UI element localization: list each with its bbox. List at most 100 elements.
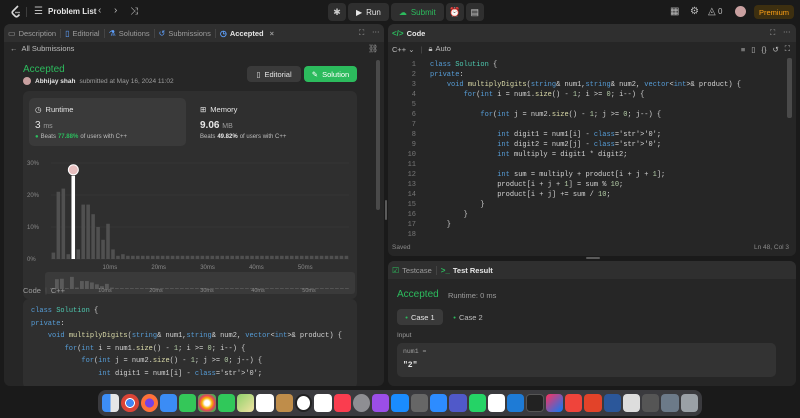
vertical-resize-handle[interactable] xyxy=(385,200,387,220)
tab-test-result[interactable]: >_ Test Result xyxy=(437,261,497,279)
code-line[interactable]: private: xyxy=(430,70,785,80)
leetcode-logo-icon[interactable] xyxy=(10,5,22,19)
bookmark-icon[interactable]: ▯ xyxy=(751,45,755,54)
code-line[interactable]: int digit1 = num1[i] - class='str'>'0'; xyxy=(430,130,785,140)
code-line[interactable]: } xyxy=(430,220,785,230)
layout-icon[interactable]: ▦ xyxy=(670,7,679,17)
maps-icon[interactable] xyxy=(236,394,255,412)
tab-editorial[interactable]: ▯ Editorial xyxy=(61,24,104,42)
shuffle-icon[interactable]: ⤨ xyxy=(130,7,138,17)
close-icon[interactable]: × xyxy=(270,29,274,38)
system-settings-icon[interactable] xyxy=(410,394,428,412)
code-line[interactable]: int digit2 = num2[j] - class='str'>'0'; xyxy=(430,140,785,150)
teams-icon[interactable] xyxy=(449,394,467,412)
app-store-icon[interactable] xyxy=(391,394,409,412)
chatgpt-icon[interactable] xyxy=(487,394,506,412)
tab-description[interactable]: ▭ Description xyxy=(4,24,60,42)
code-line[interactable]: class Solution { xyxy=(430,60,785,70)
notes-app-icon[interactable] xyxy=(314,394,332,412)
memory-card[interactable]: ⊞ Memory 9.06 MB Beats 49.82% of users wi… xyxy=(194,98,351,146)
back-link[interactable]: ← All Submissions xyxy=(10,44,74,53)
keynote-icon[interactable] xyxy=(275,394,293,412)
tab-accepted[interactable]: ◷ Accepted × xyxy=(216,24,278,42)
code-line[interactable] xyxy=(430,160,785,170)
chevron-left-icon[interactable]: ‹ xyxy=(98,6,101,16)
code-line[interactable]: product[i + j + 1] = sum % 10; xyxy=(430,180,785,190)
more-icon[interactable]: ⋯ xyxy=(783,27,791,36)
whatsapp-icon[interactable] xyxy=(468,394,486,412)
chrome-icon[interactable] xyxy=(121,394,139,412)
fullscreen-icon[interactable]: ⛶ xyxy=(785,44,790,54)
intellij-icon[interactable] xyxy=(545,394,563,412)
code-line[interactable]: } xyxy=(430,200,785,210)
clock-app-icon[interactable] xyxy=(294,394,313,412)
finder-icon[interactable] xyxy=(102,394,120,412)
vscode-icon[interactable] xyxy=(507,394,525,412)
code-line[interactable]: for(int j = num2.size() - 1; j >= 0; j--… xyxy=(430,110,785,120)
scrollbar[interactable] xyxy=(376,60,380,210)
downloads-icon[interactable] xyxy=(661,394,679,412)
screenshot-icon[interactable] xyxy=(642,394,660,412)
code-line[interactable] xyxy=(430,230,785,240)
mail-icon[interactable] xyxy=(159,394,178,412)
reset-icon[interactable]: ↺ xyxy=(772,45,778,54)
runtime-distribution-chart[interactable]: 30% 20% 10% 0% 10ms 20ms 30ms 40ms 50ms xyxy=(23,151,357,271)
code-line[interactable] xyxy=(430,120,785,130)
zoom-icon[interactable] xyxy=(429,394,448,412)
code-editor[interactable]: class Solution {private: void multiplyDi… xyxy=(430,60,785,240)
notes-button[interactable]: ▤ xyxy=(465,3,484,21)
auto-mode[interactable]: 🔒︎ Auto xyxy=(428,44,450,54)
debug-button[interactable]: ✱ xyxy=(328,3,346,21)
tab-submissions[interactable]: ↺ Submissions xyxy=(155,24,215,42)
case-1-tab[interactable]: • Case 1 xyxy=(397,309,443,325)
more-icon[interactable]: ⋯ xyxy=(372,27,380,36)
calendar-icon[interactable] xyxy=(256,394,274,412)
podcasts-icon[interactable] xyxy=(372,394,390,412)
firefox-icon[interactable] xyxy=(140,394,158,412)
premium-button[interactable]: Premium xyxy=(754,5,794,19)
runtime-range-selector[interactable]: 10ms 20ms 30ms 40ms 50ms xyxy=(45,272,355,294)
horizontal-resize-handle[interactable] xyxy=(586,257,600,259)
code-line[interactable] xyxy=(430,100,785,110)
editor-scrollbar[interactable] xyxy=(787,58,792,118)
git-icon[interactable] xyxy=(584,394,602,412)
tab-testcase[interactable]: ☑ Testcase xyxy=(388,261,436,279)
code-line[interactable]: product[i + j] += sum / 10; xyxy=(430,190,785,200)
chevron-right-icon[interactable]: › xyxy=(114,6,117,16)
gear-icon[interactable]: ⚙ xyxy=(690,7,699,17)
timer-button[interactable]: ⏰ xyxy=(445,3,464,21)
trash-icon[interactable] xyxy=(680,394,698,412)
terminal-app-icon[interactable] xyxy=(526,394,544,412)
maximize-icon[interactable]: ⛶ xyxy=(770,28,775,38)
share-link-icon[interactable]: ⛓ xyxy=(368,44,378,53)
facetime-icon[interactable] xyxy=(217,394,235,412)
word-icon[interactable] xyxy=(603,394,621,412)
code-line[interactable]: for(int i = num1.size() - 1; i >= 0; i--… xyxy=(430,90,785,100)
language-select[interactable]: C++ ⌄ xyxy=(392,45,414,54)
anydesk-icon[interactable] xyxy=(564,394,583,412)
code-line[interactable]: int sum = multiply + product[i + j + 1]; xyxy=(430,170,785,180)
run-button[interactable]: ▶ Run xyxy=(348,3,389,21)
submit-button[interactable]: ☁ Submit xyxy=(390,3,444,21)
photos-icon[interactable] xyxy=(198,394,216,412)
tab-code[interactable]: </> Code xyxy=(388,24,429,42)
code-line[interactable]: void multiplyDigits(string& num1,string&… xyxy=(430,80,785,90)
code-line[interactable]: } xyxy=(430,210,785,220)
braces-icon[interactable]: {} xyxy=(761,45,766,54)
runtime-card[interactable]: ◷ Runtime 3 ms ● Beats 77.88% of users wi… xyxy=(29,98,186,146)
preview-icon[interactable] xyxy=(622,394,641,412)
editorial-button[interactable]: ▯ Editorial xyxy=(247,66,301,82)
format-icon[interactable]: ≡ xyxy=(741,45,745,54)
solution-button[interactable]: ✎ Solution xyxy=(304,66,357,82)
code-line[interactable]: int multiply = digit1 * digit2; xyxy=(430,150,785,160)
music-icon[interactable] xyxy=(333,394,351,412)
list-icon[interactable]: ☰ xyxy=(34,7,43,17)
settings-icon[interactable] xyxy=(352,394,371,412)
messages-icon[interactable] xyxy=(179,394,197,412)
streak-fire-icon[interactable]: ◬ xyxy=(708,7,716,17)
tab-solutions[interactable]: ⚗ Solutions xyxy=(105,24,154,42)
problem-list-link[interactable]: Problem List xyxy=(48,7,96,16)
case-2-tab[interactable]: • Case 2 xyxy=(448,309,488,325)
avatar[interactable] xyxy=(735,6,746,17)
user-name[interactable]: Abhijay shah xyxy=(35,78,75,85)
